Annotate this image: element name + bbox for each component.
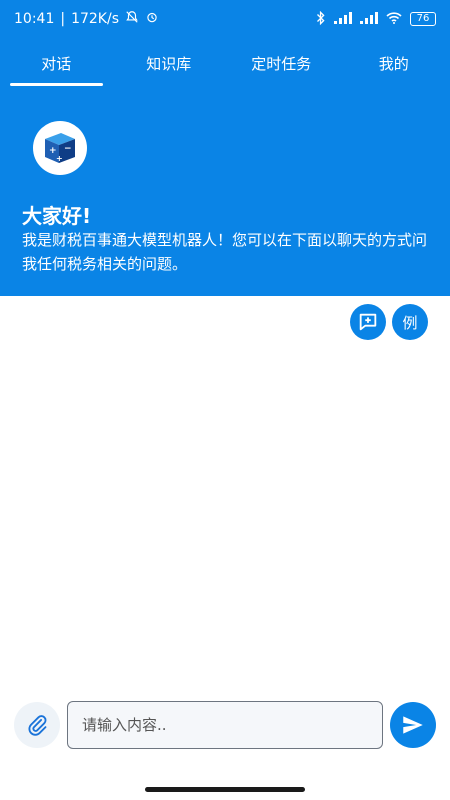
welcome-message: 我是财税百事通大模型机器人！您可以在下面以聊天的方式问我任何税务相关的问题。 [22, 231, 428, 273]
tab-chat-label: 对话 [41, 54, 72, 73]
tab-knowledge-base-label: 知识库 [146, 54, 192, 73]
status-time: 10:41 [14, 11, 55, 27]
battery-indicator: 76 [410, 12, 436, 26]
wifi-icon [386, 11, 402, 27]
status-bar: 10:41 | 172K/s 76 [0, 0, 450, 38]
input-bar [0, 700, 450, 752]
add-message-icon [359, 313, 377, 331]
welcome-banner: + − + 大家好! 我是财税百事通大模型机器人！您可以在下面以聊天的方式问我任… [0, 88, 450, 296]
tab-knowledge-base[interactable]: 知识库 [113, 38, 226, 88]
svg-text:+: + [56, 154, 63, 163]
paperclip-icon [28, 715, 47, 736]
status-left: 10:41 | 172K/s [14, 10, 159, 28]
tab-mine-label: 我的 [378, 54, 409, 73]
home-indicator[interactable] [145, 787, 305, 792]
signal-icon-1 [334, 11, 352, 27]
examples-button[interactable]: 例 [392, 304, 428, 340]
tab-mine[interactable]: 我的 [338, 38, 450, 88]
tab-scheduled-tasks-label: 定时任务 [251, 54, 312, 73]
status-right: 76 [316, 10, 436, 28]
app-logo: + − + [33, 121, 87, 175]
calculator-cube-icon: + − + [36, 124, 84, 172]
bluetooth-icon [316, 10, 326, 28]
status-divider: | [60, 11, 66, 27]
examples-button-label: 例 [402, 313, 418, 332]
send-button[interactable] [390, 702, 436, 748]
attach-button[interactable] [14, 702, 60, 748]
send-icon [403, 716, 423, 734]
alarm-icon [145, 10, 159, 28]
message-input[interactable] [67, 701, 383, 749]
status-speed: 172K/s [71, 11, 119, 27]
mute-notification-icon [125, 10, 139, 28]
welcome-title: 大家好! [22, 204, 92, 228]
signal-icon-2 [360, 11, 378, 27]
tab-scheduled-tasks[interactable]: 定时任务 [225, 38, 338, 88]
new-chat-button[interactable] [350, 304, 386, 340]
tab-bar: 对话 知识库 定时任务 我的 [0, 38, 450, 88]
svg-text:−: − [64, 144, 72, 154]
tab-chat[interactable]: 对话 [0, 38, 113, 88]
